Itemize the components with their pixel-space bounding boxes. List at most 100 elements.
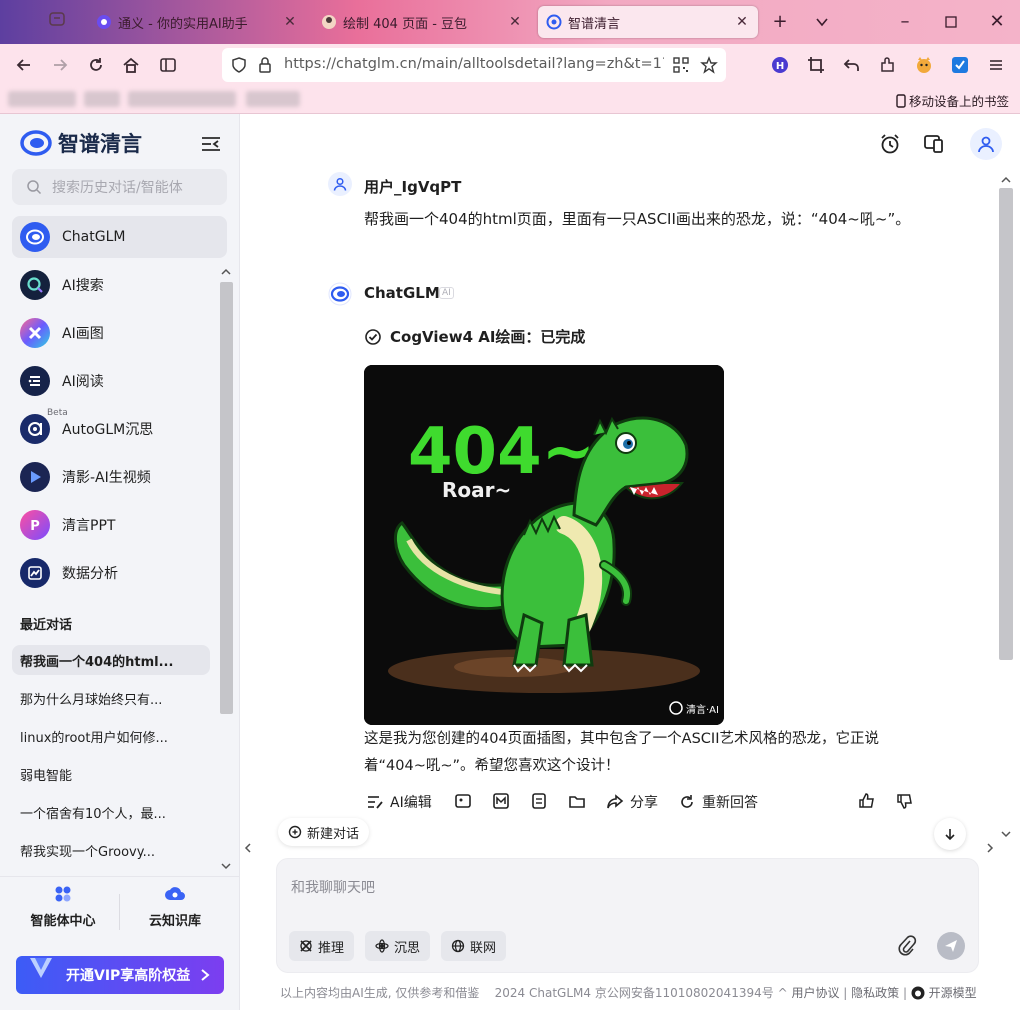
sidebar-item-ppt[interactable]: P 清言PPT [12, 504, 227, 546]
shield-icon[interactable] [230, 56, 248, 74]
sidebar-item-label: AI阅读 [62, 374, 104, 390]
translate-extension-icon[interactable] [948, 53, 972, 77]
blurred-bookmark[interactable] [246, 91, 300, 107]
undo-arrow-icon[interactable] [840, 53, 864, 77]
extension-h-icon[interactable]: H [768, 53, 792, 77]
back-icon[interactable] [12, 53, 36, 77]
chevron-down-icon[interactable] [810, 10, 834, 34]
reload-icon[interactable] [84, 53, 108, 77]
sidebar-item-ai-reading[interactable]: AI阅读 [12, 360, 227, 402]
tab-tongyi[interactable]: 通义 - 你的实用AI助手 ✕ [88, 6, 306, 38]
vip-upgrade-button[interactable]: 开通VIP享高阶权益 [16, 956, 224, 994]
close-window-icon[interactable]: ✕ [985, 10, 1009, 34]
forward-icon[interactable] [48, 53, 72, 77]
ai-edit-button[interactable]: AI编辑 [366, 792, 432, 812]
thumbs-up-button[interactable] [858, 792, 876, 810]
knowledge-base-button[interactable]: 云知识库 [120, 884, 230, 929]
thumbs-down-icon [897, 794, 912, 809]
extensions-puzzle-icon[interactable] [876, 53, 900, 77]
devices-icon[interactable] [922, 132, 946, 156]
blurred-bookmark[interactable] [84, 91, 120, 107]
scroll-to-bottom-button[interactable] [934, 818, 966, 850]
sidebar-item-chatglm[interactable]: ChatGLM [12, 216, 227, 258]
url-text[interactable]: https://chatglm.cn/main/alltoolsdetail?l… [284, 56, 664, 72]
lock-icon[interactable] [256, 56, 274, 74]
scroll-left-icon[interactable] [240, 840, 256, 856]
history-item[interactable]: 弱电智能 [12, 759, 210, 789]
regenerate-button[interactable]: 重新回答 [678, 792, 758, 812]
history-item[interactable]: 一个宿舍有10个人，最... [12, 797, 210, 827]
terms-link[interactable]: 用户协议 [791, 986, 839, 1000]
scroll-up-icon[interactable] [998, 172, 1014, 188]
chat-composer[interactable]: 和我聊聊天吧 推理 沉思 联网 [276, 858, 979, 973]
sidebar-item-label: ChatGLM [62, 229, 126, 245]
close-tab-icon[interactable]: ✕ [734, 14, 750, 30]
tab-title: 绘制 404 页面 - 豆包 [343, 16, 468, 32]
tab-overview-icon[interactable] [48, 10, 72, 34]
deep-think-toggle[interactable]: 沉思 [365, 931, 431, 961]
image-gen-button[interactable] [454, 792, 472, 810]
collapse-sidebar-icon[interactable] [200, 134, 222, 154]
bookmark-star-icon[interactable] [700, 56, 718, 74]
user-avatar-icon[interactable] [970, 128, 1002, 160]
search-placeholder: 搜索历史对话/智能体 [52, 180, 183, 196]
search-icon [27, 180, 42, 195]
sidebar-item-ai-search[interactable]: AI搜索 [12, 264, 227, 306]
sidebar-item-autoglm[interactable]: Beta AutoGLM沉思 [12, 408, 227, 450]
blurred-bookmark[interactable] [8, 91, 76, 107]
generated-image[interactable]: 404~ Roar~ 清言·AI [364, 365, 724, 725]
menu-hamburger-icon[interactable] [984, 53, 1008, 77]
attach-paperclip-icon[interactable] [897, 935, 917, 957]
scroll-up-icon[interactable] [218, 264, 234, 280]
image-watermark: 清言·AI [686, 703, 719, 716]
tool-status[interactable]: CogView4 AI绘画：已完成 [364, 326, 585, 347]
crop-icon[interactable] [804, 53, 828, 77]
cat-extension-icon[interactable] [912, 53, 936, 77]
alarm-clock-icon[interactable] [878, 132, 902, 156]
chatglm-icon [20, 222, 50, 252]
scroll-right-icon[interactable] [982, 840, 998, 856]
sidebar-toggle-icon[interactable] [156, 53, 180, 77]
tab-doubao[interactable]: 绘制 404 页面 - 豆包 ✕ [313, 6, 531, 38]
new-tab-icon[interactable]: + [768, 10, 792, 34]
sidebar-item-ai-drawing[interactable]: AI画图 [12, 312, 227, 354]
markdown-button[interactable] [492, 792, 510, 810]
copy-button[interactable] [530, 792, 548, 810]
share-button[interactable]: 分享 [606, 792, 658, 812]
thumbs-down-button[interactable] [896, 792, 914, 810]
history-item[interactable]: 帮我实现一个Groovy... [12, 835, 210, 865]
ai-edit-icon [368, 796, 383, 809]
reasoning-toggle[interactable]: 推理 [289, 931, 355, 961]
mobile-bookmarks[interactable]: 移动设备上的书签 [896, 91, 1009, 110]
arrow-down-icon [945, 829, 955, 841]
history-item[interactable]: linux的root用户如何修... [12, 721, 210, 751]
web-search-toggle[interactable]: 联网 [441, 931, 507, 961]
close-tab-icon[interactable]: ✕ [507, 14, 523, 30]
close-tab-icon[interactable]: ✕ [282, 14, 298, 30]
blurred-bookmark[interactable] [128, 91, 236, 107]
qr-code-icon[interactable] [672, 56, 690, 74]
composer-input[interactable]: 和我聊聊天吧 [291, 877, 375, 897]
sidebar-item-data-analysis[interactable]: 数据分析 [12, 552, 227, 594]
chat-scrollbar-thumb[interactable] [999, 188, 1013, 660]
send-button[interactable] [937, 932, 965, 960]
scroll-down-icon[interactable] [218, 858, 234, 874]
history-item[interactable]: 那为什么月球始终只有... [12, 683, 210, 713]
agent-center-button[interactable]: 智能体中心 [8, 884, 118, 929]
open-source-link[interactable]: 开源模型 [929, 986, 977, 1000]
sidebar-scrollbar-thumb[interactable] [220, 282, 233, 714]
sidebar-item-video[interactable]: 清影-AI生视频 [12, 456, 227, 498]
home-icon[interactable] [119, 53, 143, 77]
minimize-icon[interactable]: – [893, 10, 917, 34]
scroll-down-icon[interactable] [998, 826, 1014, 842]
address-bar[interactable]: https://chatglm.cn/main/alltoolsdetail?l… [222, 48, 726, 82]
history-item[interactable]: 帮我画一个404的html... [12, 645, 210, 675]
history-search-input[interactable]: 搜索历史对话/智能体 [12, 169, 227, 205]
privacy-link[interactable]: 隐私政策 [851, 986, 899, 1000]
save-folder-button[interactable] [568, 792, 586, 810]
maximize-icon[interactable] [939, 10, 963, 34]
tab-zhipu[interactable]: 智谱清言 ✕ [538, 6, 758, 38]
new-chat-button[interactable]: 新建对话 [278, 818, 370, 846]
brand-logo[interactable]: 智谱清言 [20, 128, 142, 158]
tongyi-favicon-icon [96, 14, 112, 30]
